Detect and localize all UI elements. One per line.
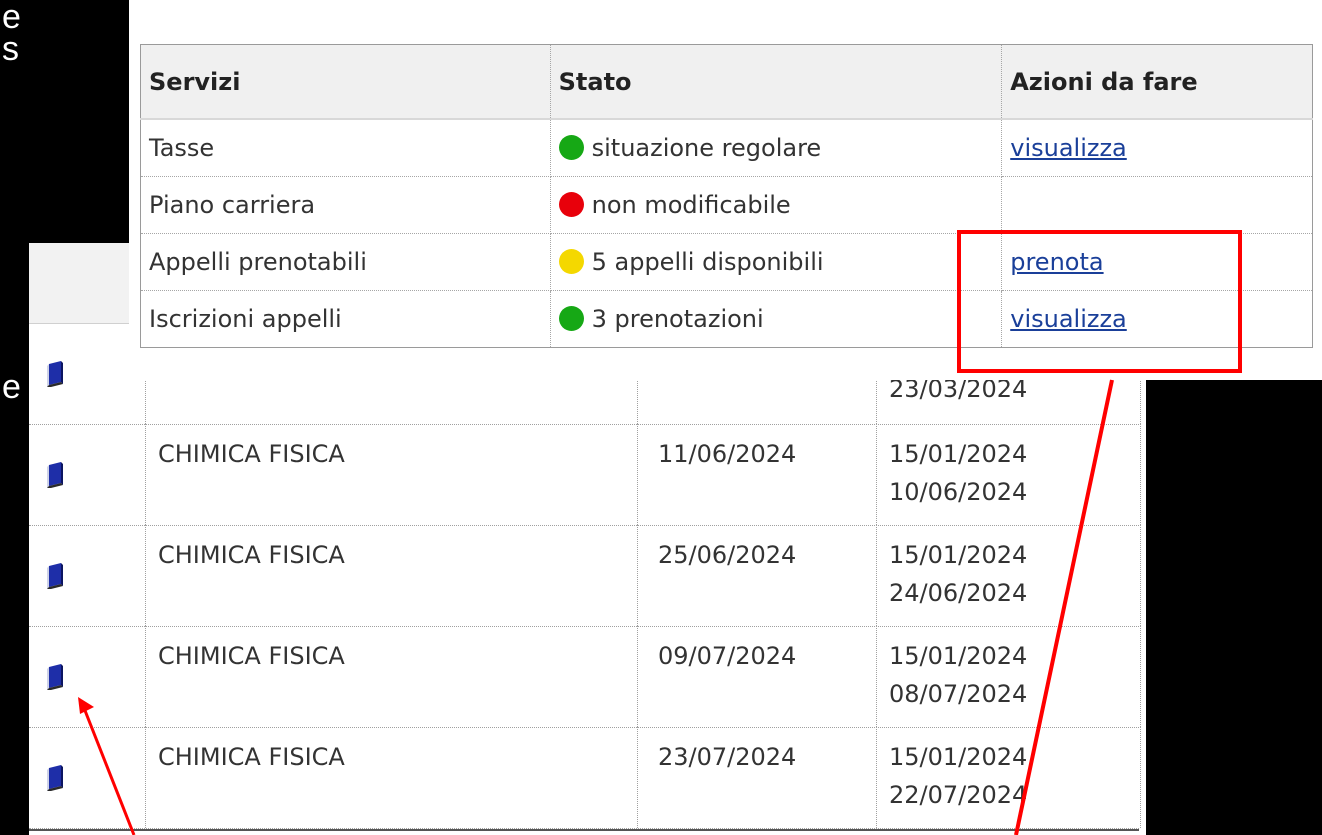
annotation-arrow xyxy=(82,707,136,835)
annotation-arrows xyxy=(78,379,1114,835)
annotation-arrow xyxy=(1014,379,1114,835)
